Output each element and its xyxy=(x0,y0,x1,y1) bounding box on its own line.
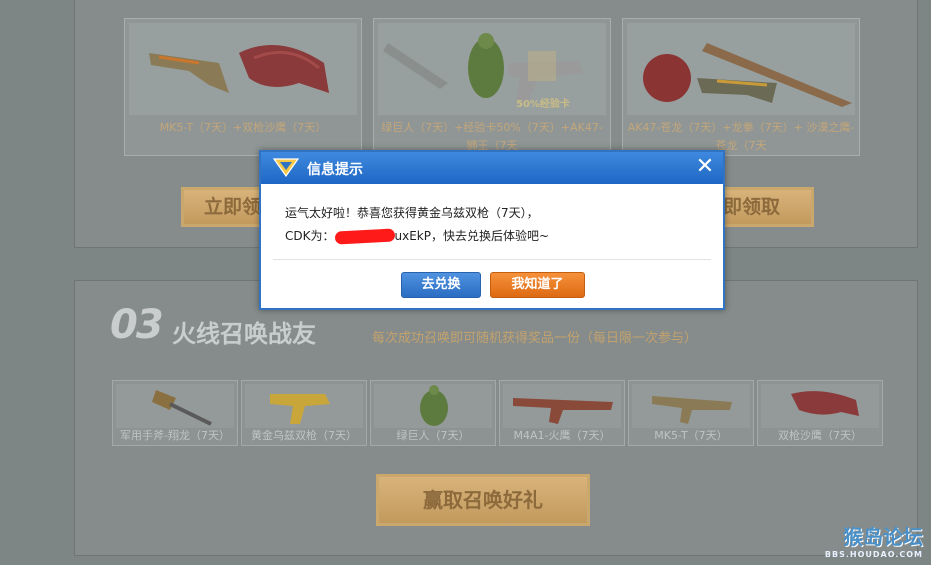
cdk-line: CDK为： uxEkP，快去兑换后体验吧~ xyxy=(285,225,707,248)
section-title: 火线召唤战友 xyxy=(172,320,316,348)
weapon-image: 50%经验卡 xyxy=(378,23,606,115)
pistol-icon xyxy=(761,384,879,428)
reward-label: 黄金乌兹双枪（7天） xyxy=(251,429,357,442)
watermark-text: 猴岛论坛 xyxy=(843,525,923,549)
hulk-icon xyxy=(374,384,492,428)
got-it-button[interactable]: 我知道了 xyxy=(490,272,585,298)
forum-watermark: 猴岛论坛 BBS.HOUDAO.COM xyxy=(825,521,923,559)
exp-card-tag: 50%经验卡 xyxy=(516,99,570,110)
summon-reward-button[interactable]: 赢取召唤好礼 xyxy=(376,474,590,526)
dialog-message: 运气太好啦！恭喜您获得黄金乌兹双枪（7天）， CDK为： uxEkP，快去兑换后体… xyxy=(285,202,707,248)
message-line: 运气太好啦！恭喜您获得黄金乌兹双枪（7天）， xyxy=(285,206,539,220)
reward-label: MK5-T（7天） xyxy=(654,429,728,442)
smg-icon xyxy=(632,384,750,428)
rifle-icon xyxy=(503,384,621,428)
redaction-mark xyxy=(334,228,395,245)
prize-caption: MK5-T（7天）+双枪沙鹰（7天） xyxy=(159,121,327,134)
divider xyxy=(273,259,711,260)
reward-item: M4A1-火鹰（7天） xyxy=(499,380,625,446)
reward-label: 军用手斧-翔龙（7天） xyxy=(120,429,230,442)
prize-card: 50%经验卡 绿巨人（7天）+经验卡50%（7天）+AK47-狮王（7天 xyxy=(373,18,611,156)
weapon-image xyxy=(129,23,357,115)
axe-icon xyxy=(116,384,234,428)
section-number: 03 xyxy=(110,302,164,348)
claim-now-button[interactable]: 即领取 xyxy=(714,187,814,227)
reward-item: 绿巨人（7天） xyxy=(370,380,496,446)
claim-now-button[interactable]: 立即领 xyxy=(181,187,271,227)
redeem-button[interactable]: 去兑换 xyxy=(401,272,481,298)
reward-item: 黄金乌兹双枪（7天） xyxy=(241,380,367,446)
section-subtitle: 每次成功召唤即可随机获得奖品一份（每日限一次参与） xyxy=(372,331,698,346)
dialog-title: 信息提示 xyxy=(307,162,363,178)
reward-item: MK5-T（7天） xyxy=(628,380,754,446)
prize-card: MK5-T（7天）+双枪沙鹰（7天） xyxy=(124,18,362,156)
reward-label: 双枪沙鹰（7天） xyxy=(778,429,862,442)
close-icon[interactable]: ✕ xyxy=(693,155,717,179)
dialog-titlebar[interactable]: 信息提示 ✕ xyxy=(261,152,723,184)
weapon-image xyxy=(627,23,855,115)
reward-item: 军用手斧-翔龙（7天） xyxy=(112,380,238,446)
crossfire-logo-icon xyxy=(272,157,300,178)
cdk-suffix: uxEkP，快去兑换后体验吧~ xyxy=(394,229,550,243)
uzi-icon xyxy=(245,384,363,428)
reward-item: 双枪沙鹰（7天） xyxy=(757,380,883,446)
watermark-url: BBS.HOUDAO.COM xyxy=(824,550,923,559)
cdk-prefix: CDK为： xyxy=(285,229,335,243)
prize-card: AK47-苍龙（7天）+龙拳（7天）+ 沙漠之鹰-苍龙（7天 xyxy=(622,18,860,156)
reward-label: 绿巨人（7天） xyxy=(396,429,470,442)
info-dialog: 信息提示 ✕ 运气太好啦！恭喜您获得黄金乌兹双枪（7天）， CDK为： uxEkP… xyxy=(259,150,725,310)
reward-label: M4A1-火鹰（7天） xyxy=(513,429,611,442)
